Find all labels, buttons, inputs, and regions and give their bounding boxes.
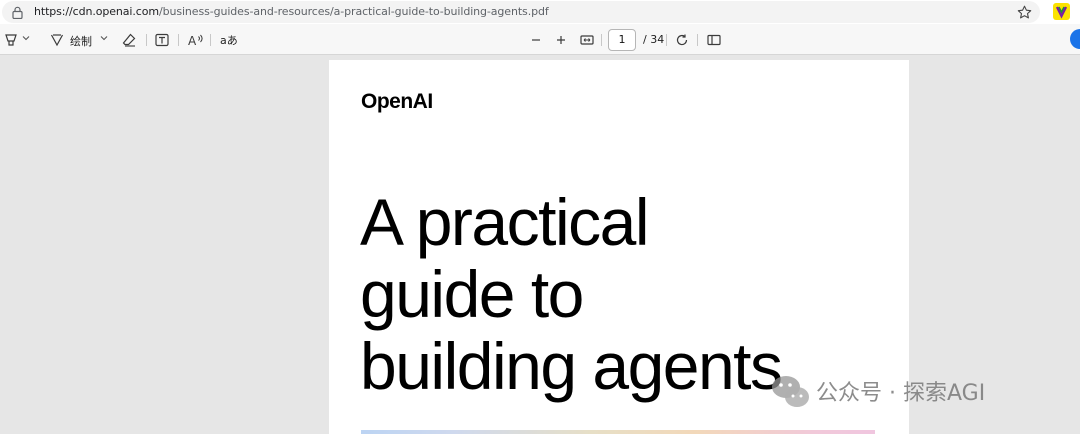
star-icon[interactable] [1017, 5, 1032, 20]
url-text[interactable]: https://cdn.openai.com/business-guides-a… [34, 5, 549, 18]
title-line: A practical [360, 185, 649, 259]
read-aloud-icon[interactable]: A [188, 32, 204, 48]
rotate-icon[interactable] [675, 32, 689, 48]
url-path: /business-guides-and-resources/a-practic… [158, 5, 549, 18]
document-title: A practical guide to building agents [360, 186, 920, 402]
zoom-out-icon[interactable] [530, 32, 542, 48]
toolbar-divider [666, 34, 667, 46]
toolbar-divider [178, 34, 179, 46]
extension-icon[interactable] [1053, 3, 1070, 20]
page-number-input[interactable]: 1 [608, 29, 636, 51]
page-view-icon[interactable] [707, 32, 721, 48]
toolbar-divider [210, 34, 211, 46]
pdf-toolbar: 绘制 A aあ 1 / 34 [0, 24, 1080, 55]
svg-text:A: A [188, 34, 197, 48]
highlight-icon[interactable] [4, 32, 18, 48]
brand-logo: OpenAI [361, 90, 433, 113]
page-total: / 34 [643, 33, 665, 46]
wechat-icon [772, 376, 809, 407]
toolbar-divider [146, 34, 147, 46]
zoom-in-icon[interactable] [555, 32, 567, 48]
cover-gradient-band [361, 430, 875, 434]
address-bar: https://cdn.openai.com/business-guides-a… [0, 0, 1080, 24]
toolbar-divider [601, 34, 602, 46]
draw-label[interactable]: 绘制 [70, 33, 92, 49]
toolbar-divider [697, 34, 698, 46]
translate-button[interactable]: aあ [220, 32, 238, 48]
chevron-down-icon[interactable] [100, 34, 108, 50]
url-host: https://cdn.openai.com [34, 5, 159, 18]
url-field[interactable]: https://cdn.openai.com/business-guides-a… [2, 1, 1040, 23]
eraser-icon[interactable] [122, 32, 137, 48]
lock-icon[interactable] [12, 6, 23, 19]
chevron-down-icon[interactable] [22, 34, 30, 50]
title-line: guide to [360, 257, 584, 331]
watermark-text: 公众号 · 探索AGI [816, 381, 986, 406]
draw-icon[interactable] [50, 32, 64, 48]
fit-page-icon[interactable] [580, 32, 594, 48]
text-box-icon[interactable] [155, 32, 169, 48]
